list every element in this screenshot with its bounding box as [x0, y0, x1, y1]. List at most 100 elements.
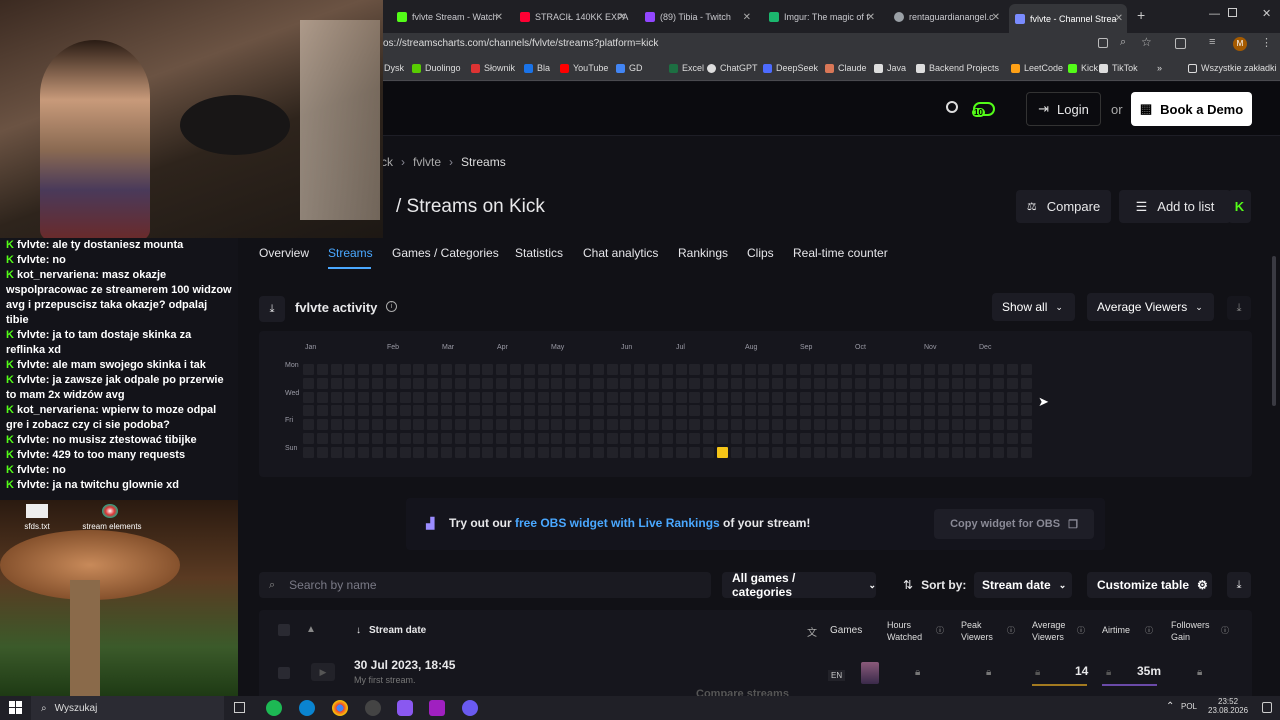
heatmap-cell[interactable]	[592, 433, 604, 444]
heatmap-cell[interactable]	[634, 433, 646, 444]
heatmap-cell[interactable]	[579, 446, 590, 458]
heatmap-cell[interactable]	[855, 433, 866, 444]
heatmap-cell[interactable]	[330, 405, 342, 417]
heatmap-cell[interactable]	[799, 391, 811, 403]
heatmap-cell[interactable]	[965, 391, 977, 403]
bookmark-item[interactable]: Słownik	[471, 63, 515, 73]
new-tab-icon[interactable]: +	[1137, 7, 1145, 23]
heatmap-cell[interactable]	[813, 405, 825, 417]
heatmap-cell[interactable]	[910, 391, 922, 403]
heatmap-cell[interactable]	[303, 377, 314, 389]
heatmap-cell[interactable]	[1020, 419, 1032, 431]
heatmap-cell[interactable]	[441, 433, 452, 444]
heatmap-cell[interactable]	[330, 419, 342, 431]
heatmap-cell[interactable]	[1006, 446, 1018, 458]
heatmap-cell[interactable]	[606, 364, 618, 375]
heatmap-cell[interactable]	[372, 377, 383, 389]
heatmap-cell[interactable]	[772, 433, 784, 444]
heatmap-cell[interactable]	[896, 419, 908, 431]
heatmap-cell[interactable]	[413, 377, 425, 389]
heatmap-cell[interactable]	[924, 405, 935, 417]
heatmap-cell[interactable]	[730, 433, 742, 444]
heatmap-cell[interactable]	[1006, 364, 1018, 375]
heatmap-cell[interactable]	[703, 391, 715, 403]
heatmap-cell[interactable]	[675, 391, 687, 403]
heatmap-cell[interactable]	[965, 433, 977, 444]
heatmap-cell[interactable]	[855, 405, 866, 417]
sidebar-icon[interactable]: ≡	[1209, 36, 1215, 48]
heatmap-cell[interactable]	[758, 446, 770, 458]
heatmap-cell[interactable]	[441, 377, 452, 389]
heatmap-cell[interactable]	[661, 391, 673, 403]
heatmap-cell[interactable]	[413, 446, 425, 458]
add-to-list-button[interactable]: ☰ Add to list	[1119, 190, 1231, 223]
heatmap-cell[interactable]	[896, 377, 908, 389]
heatmap-cell[interactable]	[372, 405, 383, 417]
heatmap-cell[interactable]	[606, 419, 618, 431]
heatmap-cell[interactable]	[758, 433, 770, 444]
heatmap-cell[interactable]	[399, 433, 411, 444]
heatmap-cell[interactable]	[385, 446, 397, 458]
heatmap-cell[interactable]	[744, 391, 756, 403]
heatmap-cell[interactable]	[441, 446, 452, 458]
heatmap-cell[interactable]	[316, 433, 328, 444]
info-icon[interactable]: ⓘ	[1007, 625, 1015, 636]
heatmap-cell[interactable]	[799, 446, 811, 458]
heatmap-cell[interactable]	[730, 391, 742, 403]
close-tab-icon[interactable]: ✕	[495, 12, 503, 23]
heatmap-cell[interactable]	[372, 391, 383, 403]
heatmap-cell[interactable]	[772, 405, 784, 417]
heatmap-cell[interactable]	[385, 364, 397, 375]
heatmap-cell[interactable]	[924, 419, 935, 431]
col-average-viewers[interactable]: Average Viewers	[1032, 619, 1074, 643]
heatmap-cell[interactable]	[951, 446, 963, 458]
heatmap-cell[interactable]	[592, 377, 604, 389]
translate-icon[interactable]	[1098, 38, 1108, 48]
heatmap-cell[interactable]	[910, 377, 922, 389]
tab-clips[interactable]: Clips	[747, 246, 774, 260]
heatmap-cell[interactable]	[606, 446, 618, 458]
heatmap-cell[interactable]	[730, 446, 742, 458]
heatmap-cell[interactable]	[523, 419, 535, 431]
info-icon[interactable]: ⓘ	[1221, 625, 1229, 636]
heatmap-cell[interactable]	[344, 405, 356, 417]
heatmap-cell[interactable]	[924, 446, 935, 458]
bookmark-item[interactable]: Duolingo	[412, 63, 461, 73]
discord-icon[interactable]	[462, 700, 478, 716]
heatmap-cell[interactable]	[841, 364, 853, 375]
heatmap-cell[interactable]	[813, 446, 825, 458]
profile-avatar[interactable]: M	[1233, 37, 1247, 51]
heatmap-cell[interactable]	[523, 364, 535, 375]
heatmap-cell[interactable]	[827, 364, 839, 375]
heatmap-cell[interactable]	[579, 405, 590, 417]
heatmap-cell[interactable]	[537, 377, 549, 389]
heatmap-cell[interactable]	[510, 377, 521, 389]
browser-tab[interactable]: rentaguardianangel.c ✕	[888, 6, 1004, 28]
heatmap-cell[interactable]	[468, 377, 480, 389]
heatmap-cell[interactable]	[689, 364, 701, 375]
heatmap-cell[interactable]	[496, 419, 508, 431]
heatmap-cell[interactable]	[993, 391, 1004, 403]
heatmap-cell[interactable]	[344, 391, 356, 403]
heatmap-cell[interactable]	[1006, 433, 1018, 444]
heatmap-cell[interactable]	[441, 419, 452, 431]
heatmap-cell[interactable]	[592, 419, 604, 431]
heatmap-cell[interactable]	[648, 433, 659, 444]
heatmap-cell[interactable]	[303, 433, 314, 444]
heatmap-cell[interactable]	[979, 377, 991, 389]
heatmap-cell[interactable]	[565, 405, 577, 417]
heatmap-cell[interactable]	[620, 433, 632, 444]
copy-widget-button[interactable]: Copy widget for OBS ❐	[934, 509, 1094, 539]
tab-statistics[interactable]: Statistics	[515, 246, 563, 260]
heatmap-cell[interactable]	[882, 364, 894, 375]
heatmap-cell[interactable]	[385, 377, 397, 389]
heatmap-cell[interactable]	[427, 433, 439, 444]
heatmap-cell[interactable]	[689, 391, 701, 403]
heatmap-cell[interactable]	[399, 364, 411, 375]
heatmap-cell[interactable]	[468, 419, 480, 431]
all-bookmarks[interactable]: Wszystkie zakładki	[1188, 63, 1277, 73]
heatmap-cell[interactable]	[855, 446, 866, 458]
heatmap-cell[interactable]	[689, 405, 701, 417]
heatmap-cell[interactable]	[648, 391, 659, 403]
games-filter-dropdown[interactable]: All games / categories ⌄	[722, 571, 876, 599]
